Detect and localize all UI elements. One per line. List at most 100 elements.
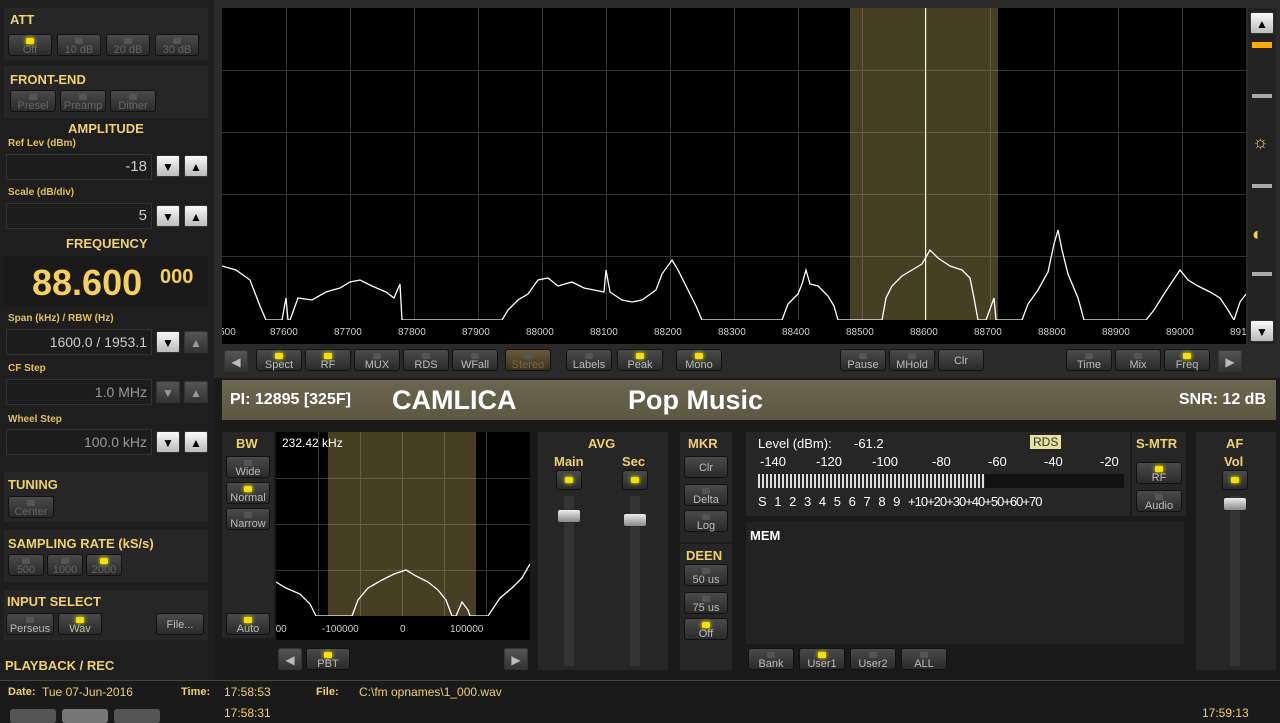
smtr-rf-button[interactable]: RF [1136, 462, 1182, 484]
avg-sec-slider-knob[interactable] [624, 514, 646, 526]
avg-main-slider-knob[interactable] [558, 510, 580, 522]
rds-snr: SNR: 12 dB [1178, 391, 1266, 408]
cf-step-up-button[interactable]: ▲ [184, 381, 208, 403]
time-button[interactable]: Time [1066, 349, 1112, 371]
input-perseus-button[interactable]: Perseus [6, 613, 54, 635]
scale-down-button[interactable]: ▼ [156, 205, 180, 227]
af-vol-slider-knob[interactable] [1224, 498, 1246, 510]
sampling-500-button[interactable]: 500 [8, 554, 44, 576]
span-field[interactable]: 1600.0 / 1953.1 [6, 329, 152, 355]
mux-button[interactable]: MUX [354, 349, 400, 371]
bw-narrow-button[interactable]: Narrow [226, 508, 270, 530]
if-spectrum-plot[interactable]: 232.42 kHz [276, 432, 530, 616]
tuning-center-button[interactable]: Center [8, 496, 54, 518]
play-button[interactable] [62, 709, 108, 723]
level-bar-fill [758, 474, 985, 488]
att-off-button[interactable]: Off [8, 34, 52, 56]
rds-button[interactable]: RDS [403, 349, 449, 371]
avg-main-toggle[interactable] [556, 470, 582, 490]
sampling-2000-button[interactable]: 2000 [86, 554, 122, 576]
wheel-step-up-button[interactable]: ▲ [184, 431, 208, 453]
scroll-up-button[interactable]: ▲ [1250, 12, 1274, 34]
s-tick: +70 [1022, 494, 1042, 509]
pbt-right-button[interactable]: ▶ [504, 648, 528, 670]
clr-button[interactable]: Clr [938, 349, 984, 371]
avg-sec-toggle[interactable] [622, 470, 648, 490]
mhold-button[interactable]: MHold [889, 349, 935, 371]
avg-panel: AVG Main Sec [538, 432, 668, 670]
stop-button[interactable] [10, 709, 56, 723]
span-down-button[interactable]: ▼ [156, 331, 180, 353]
att-20db-button[interactable]: 20 dB [106, 34, 150, 56]
s-tick: +40 [965, 494, 985, 509]
rds-pi: PI: 12895 [325F] [230, 391, 351, 408]
deen-50us-button[interactable]: 50 us [684, 564, 728, 586]
att-10db-button[interactable]: 10 dB [57, 34, 101, 56]
playback-title: PLAYBACK / REC [5, 658, 115, 673]
deen-75us-button[interactable]: 75 us [684, 592, 728, 614]
ref-level-up-button[interactable]: ▲ [184, 155, 208, 177]
pause-button[interactable]: Pause [840, 349, 886, 371]
spectrum-left-button[interactable]: ◀ [224, 350, 248, 372]
presel-button[interactable]: Presel [10, 90, 56, 112]
mem-bank-button[interactable]: Bank [748, 648, 794, 670]
mem-user2-button[interactable]: User2 [850, 648, 896, 670]
spectrum-tick: 87800 [398, 327, 426, 338]
wfall-button[interactable]: WFall [452, 349, 498, 371]
scale-up-button[interactable]: ▲ [184, 205, 208, 227]
sampling-1000-button[interactable]: 1000 [47, 554, 83, 576]
af-vol-toggle[interactable] [1222, 470, 1248, 490]
mono-button[interactable]: Mono [676, 349, 722, 371]
avg-main-label: Main [554, 454, 584, 469]
bw-auto-button[interactable]: Auto [226, 613, 270, 635]
peak-button[interactable]: Peak [617, 349, 663, 371]
frequency-display[interactable]: 88.600 000 [4, 256, 208, 306]
scale-field[interactable]: 5 [6, 203, 152, 229]
pbt-button[interactable]: PBT [306, 648, 350, 670]
mix-button[interactable]: Mix [1115, 349, 1161, 371]
cf-step-field[interactable]: 1.0 MHz [6, 379, 152, 405]
freq-button[interactable]: Freq [1164, 349, 1210, 371]
span-up-button[interactable]: ▲ [184, 331, 208, 353]
wheel-step-field[interactable]: 100.0 kHz [6, 429, 152, 455]
bw-normal-button[interactable]: Normal [226, 482, 270, 504]
ref-level-field[interactable]: -18 [6, 154, 152, 180]
smtr-audio-button[interactable]: Audio [1136, 490, 1182, 512]
s-tick: 5 [833, 494, 841, 509]
input-file-button[interactable]: File... [156, 613, 204, 635]
spectrum-vscroll[interactable]: ▲ ☼ ◐ ▼ [1248, 8, 1276, 344]
smtr-title: S-MTR [1136, 436, 1178, 451]
labels-button[interactable]: Labels [566, 349, 612, 371]
s-tick: 6 [848, 494, 856, 509]
record-button[interactable] [114, 709, 160, 723]
af-vol-slider-track[interactable] [1230, 496, 1240, 666]
mkr-log-button[interactable]: Log [684, 510, 728, 532]
preamp-button[interactable]: Preamp [60, 90, 106, 112]
bw-wide-button[interactable]: Wide [226, 456, 270, 478]
deen-off-button[interactable]: Off [684, 618, 728, 640]
input-wav-button[interactable]: Wav [58, 613, 102, 635]
mkr-clr-button[interactable]: Clr [684, 456, 728, 478]
spect-button[interactable]: Spect [256, 349, 302, 371]
rf-button[interactable]: RF [305, 349, 351, 371]
if-tick: 0 [400, 624, 406, 635]
mem-all-button[interactable]: ALL [901, 648, 947, 670]
spectrum-right-button[interactable]: ▶ [1218, 350, 1242, 372]
ref-level-down-button[interactable]: ▼ [156, 155, 180, 177]
cf-step-down-button[interactable]: ▼ [156, 381, 180, 403]
stereo-button[interactable]: Stereo [505, 349, 551, 371]
dither-button[interactable]: Dither [110, 90, 156, 112]
mem-user1-button[interactable]: User1 [799, 648, 845, 670]
avg-title: AVG [588, 436, 616, 451]
pbt-left-button[interactable]: ◀ [278, 648, 302, 670]
wheel-step-down-button[interactable]: ▼ [156, 431, 180, 453]
rds-ps: CAMLICA [392, 385, 517, 415]
spectrum-plot[interactable] [222, 8, 1246, 320]
brightness-icon[interactable]: ☼ [1252, 132, 1269, 153]
scroll-down-button[interactable]: ▼ [1250, 320, 1274, 342]
spectrum-tick: 87900 [462, 327, 490, 338]
att-30db-button[interactable]: 30 dB [155, 34, 199, 56]
level-tick: -60 [988, 454, 1007, 469]
contrast-icon[interactable]: ◐ [1252, 224, 1263, 245]
mkr-delta-button[interactable]: Delta [684, 484, 728, 506]
